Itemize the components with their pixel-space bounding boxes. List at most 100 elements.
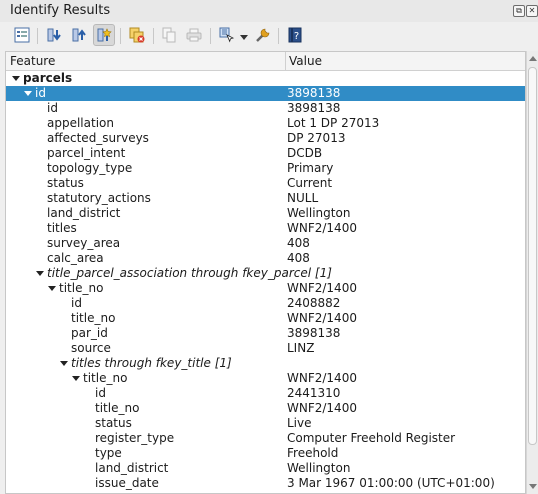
tree-row[interactable]: par_id 3898138 (6, 326, 525, 341)
tree-row[interactable]: title_no WNF2/1400 (6, 401, 525, 416)
feature-label: land_district (95, 461, 169, 475)
feature-label: parcels (23, 71, 73, 85)
tree-row[interactable]: parcel_intent DCDB (6, 146, 525, 161)
close-panel-button[interactable]: ✕ (526, 5, 538, 17)
vertical-scrollbar[interactable] (526, 51, 538, 494)
feature-value: 2408882 (287, 296, 341, 310)
expand-arrow-icon[interactable] (24, 91, 32, 96)
tree-row[interactable]: survey_area 408 (6, 236, 525, 251)
tree-row[interactable]: statutory_actions NULL (6, 191, 525, 206)
toolbar: ? (0, 22, 538, 48)
tree-view-button[interactable] (11, 24, 33, 46)
expand-new-results-button[interactable] (93, 24, 115, 46)
feature-label: issue_date (95, 476, 159, 490)
tree-row[interactable]: appellation Lot 1 DP 27013 (6, 116, 525, 131)
tree-row[interactable]: titles WNF2/1400 (6, 221, 525, 236)
feature-value: 408 (287, 236, 310, 250)
feature-label: source (71, 341, 111, 355)
feature-label: topology_type (47, 161, 133, 175)
expand-arrow-icon[interactable] (48, 286, 56, 291)
tree-row[interactable]: calc_area 408 (6, 251, 525, 266)
feature-value: Primary (287, 161, 334, 175)
feature-value: LINZ (287, 341, 315, 355)
feature-value: WNF2/1400 (287, 311, 357, 325)
feature-value: Lot 1 DP 27013 (287, 116, 380, 130)
tree-row[interactable]: id 3898138 (6, 86, 525, 101)
tree-row[interactable]: status Live (6, 416, 525, 431)
tree-row[interactable]: affected_surveys DP 27013 (6, 131, 525, 146)
feature-label: status (47, 176, 84, 190)
tree-row[interactable]: topology_type Primary (6, 161, 525, 176)
value-column-header[interactable]: Value (289, 54, 322, 68)
results-tree[interactable]: Feature Value parcels id 3898138 id 3898138 a… (5, 51, 526, 494)
tree-row[interactable]: title_no WNF2/1400 (6, 281, 525, 296)
collapse-all-button[interactable] (68, 24, 90, 46)
feature-value: Current (287, 176, 333, 190)
tree-row[interactable]: source LINZ (6, 341, 525, 356)
feature-value: WNF2/1400 (287, 371, 357, 385)
tree-row[interactable]: id 2408882 (6, 296, 525, 311)
feature-label: titles through fkey_title [1] (71, 356, 232, 370)
scroll-up-icon[interactable] (529, 56, 537, 61)
feature-value: 3898138 (287, 86, 341, 100)
feature-column-header[interactable]: Feature (10, 54, 55, 68)
feature-value: WNF2/1400 (287, 281, 357, 295)
feature-label: id (35, 86, 46, 100)
clear-results-icon (129, 27, 145, 43)
tree-row[interactable]: issue_date 3 Mar 1967 01:00:00 (UTC+01:00… (6, 476, 525, 491)
tree-row[interactable]: title_parcel_association through fkey_pa… (6, 266, 525, 281)
feature-label: statutory_actions (47, 191, 151, 205)
scroll-thumb[interactable] (528, 67, 537, 445)
window-title: Identify Results (10, 3, 111, 18)
help-button[interactable]: ? (284, 24, 306, 46)
expand-arrow-icon[interactable] (12, 76, 20, 81)
settings-icon (256, 28, 270, 42)
tree-row[interactable]: register_type Computer Freehold Register (6, 431, 525, 446)
feature-label: title_no (83, 371, 128, 385)
feature-label: land_district (47, 206, 121, 220)
tree-row[interactable]: title_no WNF2/1400 (6, 311, 525, 326)
tree-rows: parcels id 3898138 id 3898138 appellation Lot … (6, 71, 525, 491)
expand-new-icon (97, 28, 112, 42)
feature-label: titles (47, 221, 77, 235)
tree-row[interactable]: type Freehold (6, 446, 525, 461)
tree-row[interactable]: status Current (6, 176, 525, 191)
scroll-down-icon[interactable] (529, 484, 537, 489)
expand-all-button[interactable] (43, 24, 65, 46)
feature-label: parcel_intent (47, 146, 126, 160)
print-button[interactable] (183, 24, 205, 46)
feature-value: WNF2/1400 (287, 221, 357, 235)
tree-row[interactable]: id 2441310 (6, 386, 525, 401)
help-icon: ? (288, 27, 302, 43)
tree-row[interactable]: titles through fkey_title [1] (6, 356, 525, 371)
expand-arrow-icon[interactable] (36, 271, 44, 276)
tree-row[interactable]: id 3898138 (6, 101, 525, 116)
feature-label: status (95, 416, 132, 430)
settings-button[interactable] (252, 24, 274, 46)
expand-all-icon (47, 28, 61, 42)
tree-row[interactable]: land_district Wellington (6, 206, 525, 221)
clear-results-button[interactable] (126, 24, 148, 46)
print-icon (186, 28, 202, 42)
feature-value: 2441310 (287, 386, 341, 400)
tree-header: Feature Value (6, 52, 525, 71)
chevron-down-icon[interactable] (240, 35, 248, 40)
identify-mode-icon (219, 27, 235, 43)
feature-label: title_no (59, 281, 104, 295)
feature-label: appellation (47, 116, 114, 130)
expand-arrow-icon[interactable] (72, 376, 80, 381)
tree-row[interactable]: title_no WNF2/1400 (6, 371, 525, 386)
copy-feature-button[interactable] (158, 24, 180, 46)
feature-label: survey_area (47, 236, 121, 250)
feature-label: id (95, 386, 106, 400)
tree-row[interactable]: parcels (6, 71, 525, 86)
feature-value: WNF2/1400 (287, 401, 357, 415)
feature-label: par_id (71, 326, 108, 340)
tree-row[interactable]: land_district Wellington (6, 461, 525, 476)
feature-value: Live (287, 416, 312, 430)
float-panel-button[interactable]: ⧉ (513, 5, 525, 17)
identify-mode-button[interactable] (216, 24, 238, 46)
feature-value: Computer Freehold Register (287, 431, 456, 445)
expand-arrow-icon[interactable] (60, 361, 68, 366)
feature-label: type (95, 446, 122, 460)
